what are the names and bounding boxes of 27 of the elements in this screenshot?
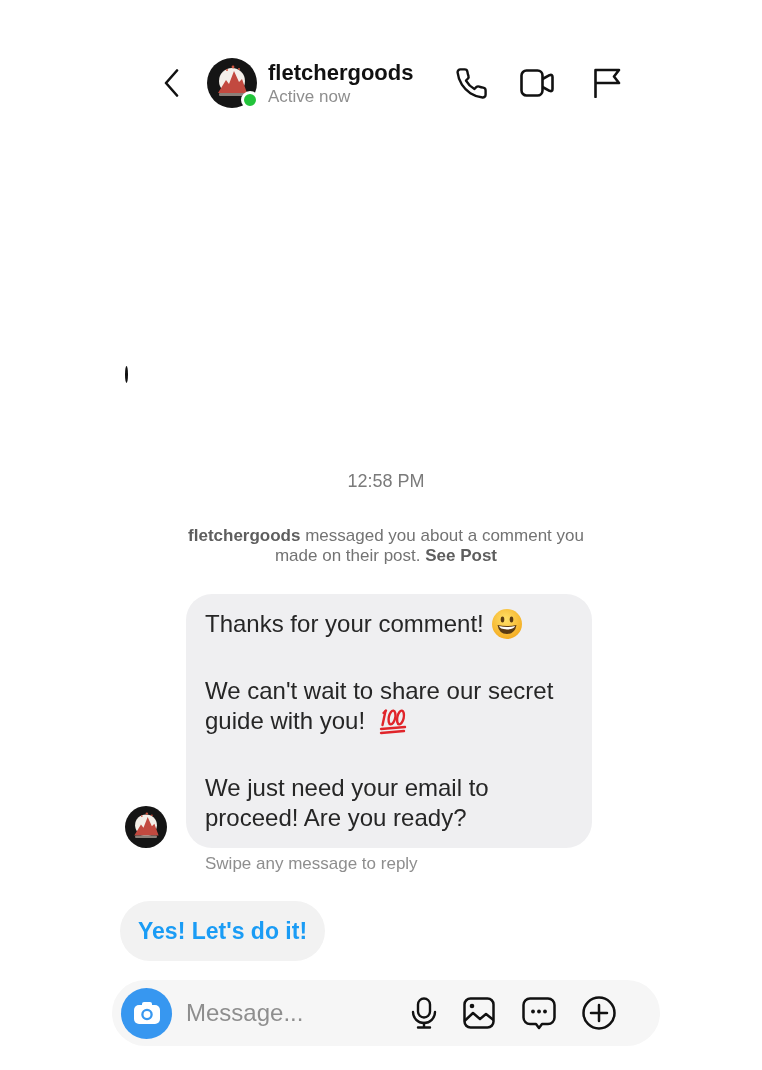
see-post-link[interactable]: See Post	[425, 546, 498, 565]
message-text: Thanks for your comment!	[205, 609, 522, 639]
swipe-hint: Swipe any message to reply	[205, 854, 418, 874]
add-button[interactable]	[581, 993, 617, 1033]
message-text: We can't wait to share our secret guide with you!	[205, 676, 555, 736]
plus-icon	[582, 996, 616, 1030]
image-icon	[463, 997, 495, 1029]
message-input[interactable]: Message...	[186, 995, 398, 1031]
sender-avatar[interactable]	[125, 806, 167, 848]
chat-bubble-icon	[522, 996, 556, 1030]
notice-text: fletchergoods messaged you about a comment you made on their post. See Post	[187, 526, 585, 566]
profile-avatar[interactable]	[207, 58, 257, 108]
timestamp: 12:58 PM	[347, 471, 425, 491]
video-camera-icon	[520, 69, 554, 97]
call-button[interactable]	[453, 65, 489, 101]
hundred-points-icon	[379, 706, 408, 735]
message-text: We just need your email to proceed! Are you ready?	[205, 773, 490, 833]
flag-icon	[593, 68, 621, 98]
sliver-mark	[125, 366, 128, 383]
back-icon	[163, 69, 179, 97]
camera-icon	[133, 1002, 160, 1024]
active-status: Active now	[268, 85, 352, 107]
camera-button[interactable]	[121, 987, 172, 1039]
contact-name: fletchergoods	[268, 59, 415, 86]
microphone-icon	[411, 997, 437, 1029]
grinning-face-icon	[491, 608, 522, 639]
phone-icon	[455, 67, 487, 99]
